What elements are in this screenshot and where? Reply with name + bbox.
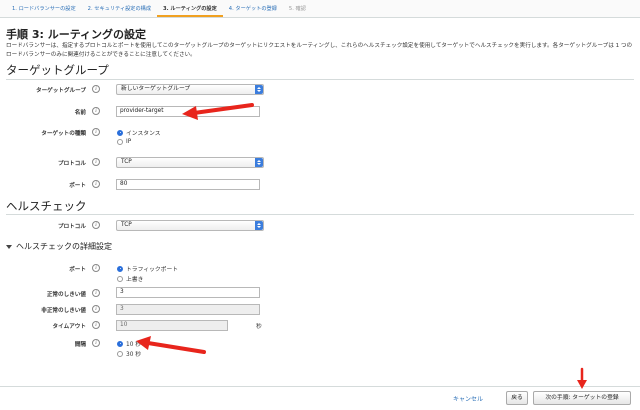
tab-step-2[interactable]: 2. セキュリティ設定の構成	[82, 5, 157, 17]
target-group-select[interactable]: 新しいターゲットグループ	[116, 84, 264, 95]
select-arrows-icon	[255, 221, 263, 230]
info-icon[interactable]: i	[92, 180, 100, 188]
tab-step-1[interactable]: 1. ロードバランサーの設定	[6, 5, 82, 17]
info-icon[interactable]: i	[92, 158, 100, 166]
timeout-unit: 秒	[256, 324, 262, 330]
info-icon[interactable]: i	[92, 128, 100, 136]
radio-selected-icon[interactable]	[117, 265, 123, 272]
tab-step-4[interactable]: 4. ターゲットの登録	[223, 5, 283, 17]
next-register-targets-button[interactable]: 次の手順: ターゲットの登録	[533, 391, 631, 405]
tab-step-3[interactable]: 3. ルーティングの設定	[157, 5, 223, 17]
radio-unselected-icon[interactable]	[117, 139, 123, 145]
adv-port-option-label: 上書き	[126, 277, 144, 283]
advanced-settings-toggle[interactable]: ヘルスチェックの詳細設定	[6, 241, 112, 252]
healthy-threshold-input[interactable]: 3	[116, 287, 260, 298]
annotation-arrow-icon	[136, 336, 206, 354]
annotation-arrow-icon	[577, 367, 587, 389]
radio-selected-icon[interactable]	[117, 340, 123, 347]
target-type-option-label: IP	[126, 139, 132, 145]
name-label: 名前	[74, 110, 86, 116]
radio-unselected-icon[interactable]	[117, 350, 123, 357]
target-type-label: ターゲットの種類	[41, 131, 86, 137]
section-divider	[6, 214, 634, 215]
info-icon[interactable]: i	[92, 339, 100, 347]
annotation-arrow-icon	[182, 103, 254, 120]
back-button[interactable]: 戻る	[506, 391, 528, 405]
unhealthy-threshold-input: 3	[116, 304, 260, 315]
timeout-label: タイムアウト	[52, 324, 86, 330]
advanced-settings-title: ヘルスチェックの詳細設定	[16, 242, 112, 251]
cancel-link[interactable]: キャンセル	[453, 394, 483, 403]
footer-divider	[0, 386, 640, 387]
radio-unselected-icon[interactable]	[117, 275, 123, 282]
radio-selected-icon[interactable]	[117, 129, 123, 136]
healthy-threshold-label: 正常のしきい値	[46, 292, 86, 298]
port-input[interactable]: 80	[116, 179, 260, 190]
adv-port-option-label: トラフィックポート	[126, 267, 179, 273]
protocol-label: プロトコル	[58, 161, 86, 167]
target-type-option-instance[interactable]: インスタンス	[117, 128, 161, 137]
tab-step-5[interactable]: 5. 確認	[283, 5, 312, 17]
section-divider	[6, 79, 634, 80]
port-label: ポート	[69, 183, 86, 189]
interval-label: 間隔	[74, 342, 86, 348]
info-icon[interactable]: i	[92, 305, 100, 313]
info-icon[interactable]: i	[92, 289, 100, 297]
section-title-target-group: ターゲットグループ	[6, 63, 109, 77]
unhealthy-threshold-label: 非正常のしきい値	[41, 308, 86, 314]
info-icon[interactable]: i	[92, 321, 100, 329]
health-protocol-select-value: TCP	[121, 222, 132, 228]
target-group-label: ターゲットグループ	[35, 88, 86, 94]
target-type-option-label: インスタンス	[126, 131, 161, 137]
wizard-steps: 1. ロードバランサーの設定 2. セキュリティ設定の構成 3. ルーティングの…	[0, 0, 640, 18]
select-arrows-icon	[255, 85, 263, 94]
info-icon[interactable]: i	[92, 107, 100, 115]
target-type-option-ip[interactable]: IP	[117, 139, 131, 145]
timeout-input: 10	[116, 320, 228, 331]
caret-down-icon	[6, 244, 12, 249]
adv-port-option-override[interactable]: 上書き	[117, 274, 143, 283]
adv-port-label: ポート	[69, 267, 86, 273]
health-protocol-label: プロトコル	[58, 224, 86, 230]
protocol-select[interactable]: TCP	[116, 157, 264, 168]
info-icon[interactable]: i	[92, 221, 100, 229]
select-arrows-icon	[255, 158, 263, 167]
protocol-select-value: TCP	[121, 159, 132, 165]
info-icon[interactable]: i	[92, 264, 100, 272]
info-icon[interactable]: i	[92, 85, 100, 93]
target-group-select-value: 新しいターゲットグループ	[121, 86, 191, 92]
health-protocol-select[interactable]: TCP	[116, 220, 264, 231]
page-description: ロードバランサーは、指定するプロトコルとポートを使用してこのターゲットグループの…	[6, 43, 633, 58]
section-title-health-check: ヘルスチェック	[6, 199, 87, 213]
page-title: 手順 3: ルーティングの設定	[6, 28, 147, 41]
adv-port-option-traffic[interactable]: トラフィックポート	[117, 264, 178, 273]
